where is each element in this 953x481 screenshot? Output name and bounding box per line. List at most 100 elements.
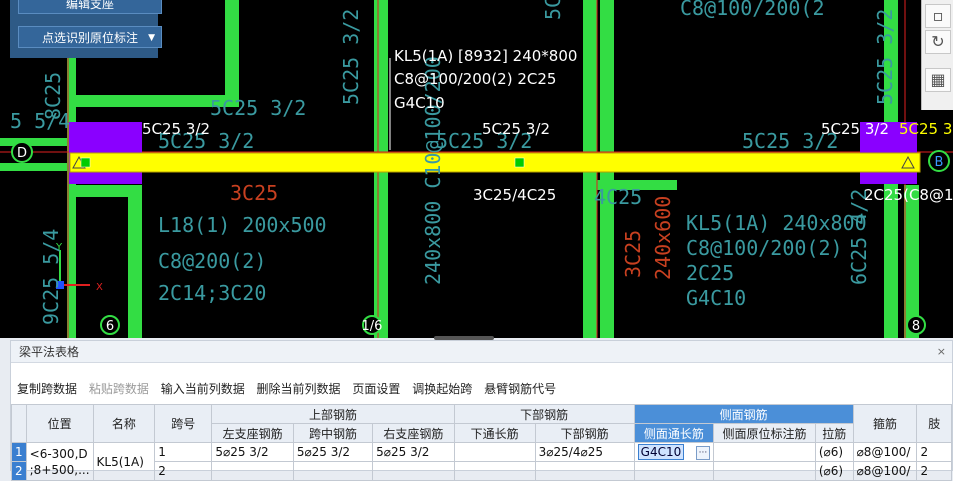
cell-span[interactable]: 2 [154, 461, 213, 481]
cell-bottom-rebar[interactable] [534, 461, 635, 481]
edit-support-label: 编辑支座 [65, 0, 114, 11]
bg-text: 5C25 3/2 [873, 9, 897, 105]
grid-label-b: B [935, 155, 944, 170]
beam-annotation-line-2: C8@100/200(2) 2C25 [394, 70, 556, 88]
side-through-input[interactable]: G4C10 [637, 444, 685, 460]
beam-annotation-line-3: G4C10 [394, 94, 445, 112]
cell-side-in-situ[interactable] [713, 442, 816, 462]
grip-left[interactable] [80, 157, 91, 168]
cell-limb[interactable]: 2 [916, 461, 952, 481]
col-header-mid-span[interactable]: 跨中钢筋 [292, 423, 374, 443]
cantilever-code-button[interactable]: 悬臂钢筋代号 [484, 382, 556, 396]
col-header-name[interactable]: 名称 [92, 404, 156, 443]
cell-left-support[interactable] [211, 461, 294, 481]
cell-name[interactable]: KL5(1A) [92, 442, 156, 481]
col-header-position[interactable]: 位置 [25, 404, 94, 443]
bg-text-red: 3C25 [621, 230, 645, 278]
col-header-bottom-through[interactable]: 下通长筋 [453, 423, 536, 443]
top-rebar-left-label: 5C25 3/2 [142, 120, 210, 138]
cell-stirrup[interactable]: ⌀8@100/ [852, 461, 918, 481]
group-header-side: 侧面钢筋 [633, 404, 854, 424]
beam-annotation-line-1: KL5(1A) [8932] 240*800 [394, 47, 577, 65]
cell-bottom-rebar[interactable]: 3⌀25/4⌀25 [534, 442, 635, 462]
bg-text: 4C25 [594, 185, 642, 209]
grip-mid[interactable] [514, 157, 525, 168]
col-header-limb[interactable]: 肢 [916, 404, 952, 443]
page-setup-button[interactable]: 页面设置 [352, 382, 400, 396]
cell-tie[interactable]: (⌀6) [814, 442, 854, 462]
cell-tie[interactable]: (⌀6) [814, 461, 854, 481]
cell-limb[interactable]: 2 [916, 442, 952, 462]
cell-span[interactable]: 1 [154, 442, 213, 462]
selected-beam[interactable] [69, 152, 921, 173]
copy-span-data-button[interactable]: 复制跨数据 [17, 382, 77, 396]
grid-label-6: 6 [106, 319, 114, 334]
col-header-left-support[interactable]: 左支座钢筋 [211, 423, 294, 443]
col-header-span[interactable]: 跨号 [154, 404, 213, 443]
cell-right-support[interactable]: 5⌀25 3/2 [372, 442, 455, 462]
panel-title-bar: 梁平法表格 × [11, 341, 952, 363]
swap-start-span-button[interactable]: 调换起始跨 [412, 382, 472, 396]
bg-text: 5C25 3/2 [541, 0, 565, 20]
bg-text: G4C10 [686, 286, 746, 310]
edit-support-button[interactable]: 编辑支座 [18, 0, 162, 14]
top-rebar-right2-label: 5C25 3 [899, 120, 952, 138]
cell-side-in-situ[interactable] [713, 461, 816, 481]
bg-text: 2C14;3C20 [158, 281, 266, 305]
cell-bottom-through[interactable] [453, 461, 536, 481]
delete-column-data-button[interactable]: 删除当前列数据 [257, 382, 341, 396]
more-options-icon[interactable]: ··· [695, 446, 711, 460]
chevron-down-icon: ▼ [148, 33, 155, 43]
beam-table-panel: 梁平法表格 × 复制跨数据 粘贴跨数据 输入当前列数据 删除当前列数据 页面设置… [10, 340, 953, 481]
bg-text-red: 240x600 [651, 196, 675, 280]
bottom-rebar-label: 3C25/4C25 [473, 186, 556, 204]
col-header-side-through[interactable]: 侧面通长筋 [633, 423, 715, 443]
bg-text-red: 3C25 [230, 181, 278, 205]
cell-position[interactable]: <6-300,D ;8+500,... [25, 442, 94, 481]
cell-side-through-editing[interactable]: G4C10 ··· [633, 442, 715, 462]
cell-bottom-through[interactable] [453, 442, 536, 462]
bg-text: C8@100/200(2 [680, 0, 825, 20]
bg-text: 2C25 [686, 261, 734, 285]
bg-text: 240x800 C10@100/200 [421, 56, 445, 285]
pick-annotation-label: 点选识别原位标注 [41, 31, 138, 45]
input-column-data-button[interactable]: 输入当前列数据 [161, 382, 245, 396]
layout-grid-icon[interactable]: ▦ [925, 68, 951, 92]
axis-y-label: Y [55, 242, 63, 253]
view-cube-icon[interactable]: ▫ [925, 4, 951, 28]
bg-text: 5C25 3/2 [210, 96, 306, 120]
grid-label-d: D [17, 146, 27, 161]
row-header-corner [11, 404, 27, 443]
cell-mid-span[interactable] [292, 461, 374, 481]
top-rebar-right-label: 5C25 3/2 [821, 120, 889, 138]
row-selector[interactable]: 2 [11, 461, 27, 481]
col-header-bottom-rebar[interactable]: 下部钢筋 [534, 423, 635, 443]
bg-text: 5C25 3/2 [339, 9, 363, 105]
pick-annotation-button[interactable]: 点选识别原位标注 ▼ [18, 26, 162, 48]
col-header-side-in-situ[interactable]: 侧面原位标注筋 [713, 423, 816, 443]
right-tag-label: 2C25(C8@1 [864, 186, 953, 204]
grid-label-1-6: 1/6 [362, 319, 383, 334]
bg-text: C8@200(2) [158, 249, 266, 273]
cell-stirrup[interactable]: ⌀8@100/ [852, 442, 918, 462]
col-header-stirrup[interactable]: 箍筋 [852, 404, 918, 443]
cell-side-through[interactable] [633, 461, 715, 481]
bg-text: L18(1) 200x500 [158, 213, 327, 237]
cad-drawing-canvas[interactable]: 5C25 3/2 5C25 3/2 5C25 3/2 5C25 3/2 C8@1… [0, 0, 953, 338]
table-row[interactable]: 1 <6-300,D ;8+500,... KL5(1A) 1 5⌀25 3/2 … [11, 442, 952, 481]
close-icon[interactable]: × [937, 341, 946, 363]
group-header-bottom: 下部钢筋 [453, 404, 635, 424]
group-header-top: 上部钢筋 [211, 404, 455, 424]
cell-right-support[interactable] [372, 461, 455, 481]
paste-span-data-button[interactable]: 粘贴跨数据 [89, 382, 149, 396]
position-value: <6-300,D [29, 446, 88, 461]
grid-label-8: 8 [912, 319, 920, 334]
beam-rebar-table: 位置 名称 跨号 上部钢筋 下部钢筋 侧面钢筋 箍筋 肢 左支座钢筋 跨中钢筋 … [11, 404, 952, 481]
axis-x-label: X [96, 282, 103, 293]
col-header-tie[interactable]: 拉筋 [814, 423, 854, 443]
col-header-right-support[interactable]: 右支座钢筋 [372, 423, 455, 443]
row-selector[interactable]: 1 [11, 442, 27, 462]
rotate-icon[interactable]: ↻ [925, 30, 951, 54]
cell-left-support[interactable]: 5⌀25 3/2 [211, 442, 294, 462]
cell-mid-span[interactable]: 5⌀25 3/2 [292, 442, 374, 462]
